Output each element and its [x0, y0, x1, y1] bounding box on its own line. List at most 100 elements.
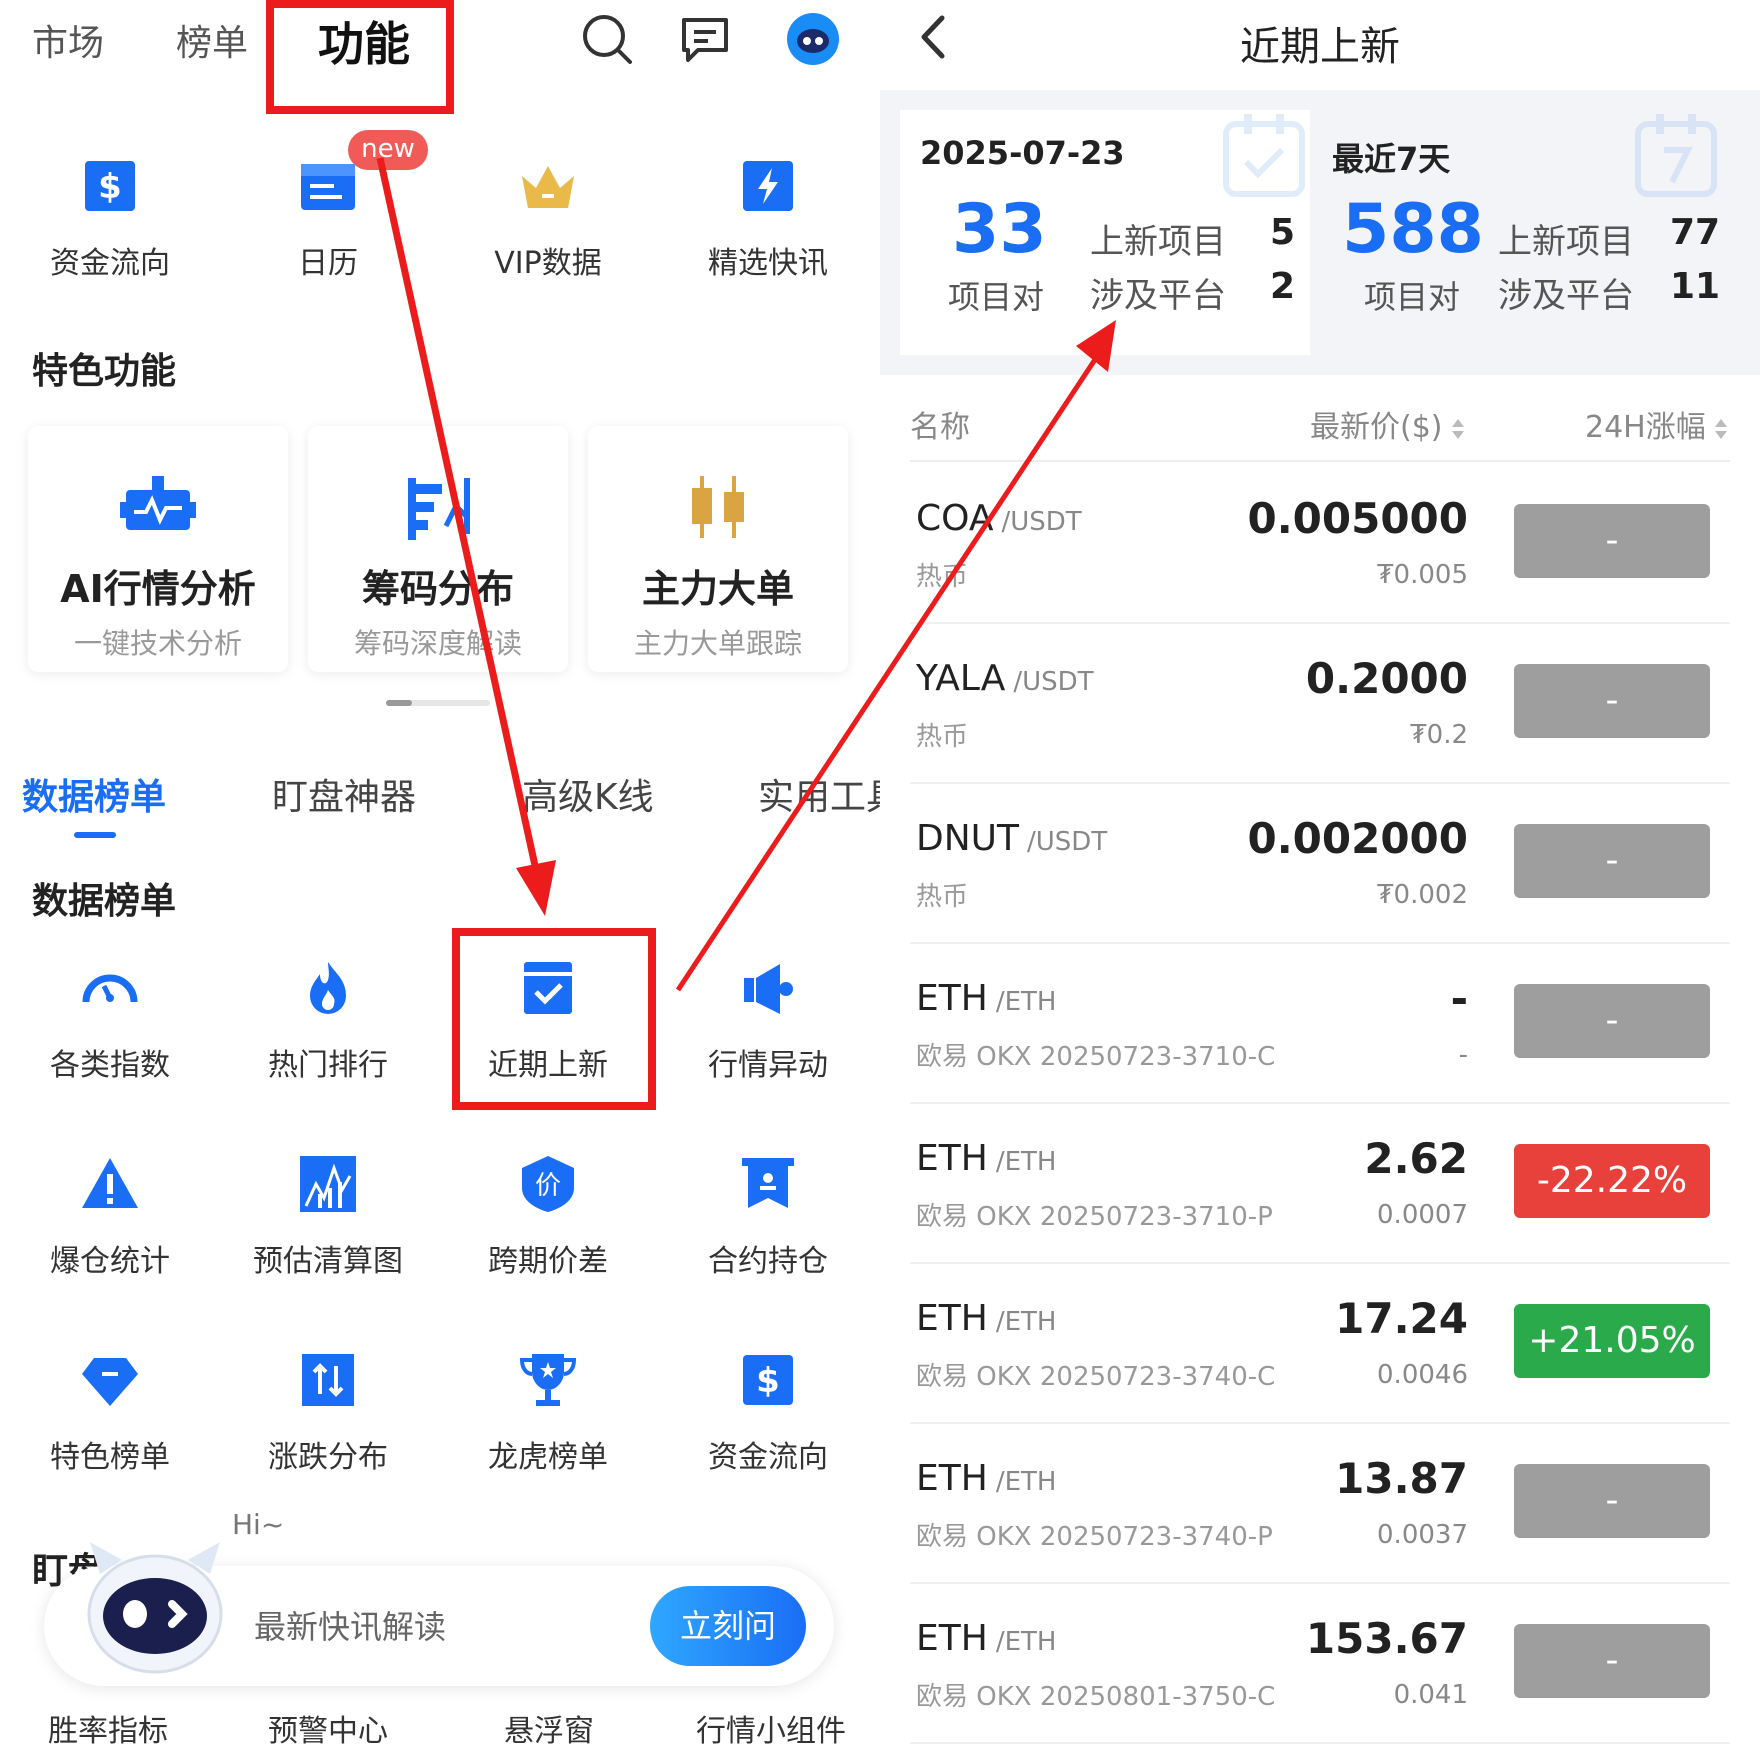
megaphone-icon — [744, 964, 793, 1014]
quick-item-fund-flow[interactable]: $ 资金流向 — [0, 156, 220, 282]
week-platform-label: 涉及平台 — [1498, 276, 1634, 316]
table-row[interactable]: ETH/ETH 欧易 OKX 20250723-3710-C - - - — [910, 944, 1730, 1104]
watch-item-alert-center[interactable]: 预警中心 — [268, 1706, 388, 1750]
subtab-data-rankings[interactable]: 数据榜单 — [22, 768, 166, 820]
data-item-contract-positions[interactable]: 合约持仓 — [658, 1154, 878, 1280]
crown-icon — [522, 166, 574, 208]
quote-currency: /ETH — [995, 987, 1057, 1017]
stats-today-card[interactable]: 2025-07-23 33 项目对 上新项目 5 涉及平台 2 — [900, 110, 1310, 355]
change-badge[interactable]: +21.05% — [1514, 1304, 1710, 1378]
change-badge[interactable]: - — [1514, 1464, 1710, 1538]
pair-subtitle: 欧易 OKX 20250801-3750-C — [916, 1682, 1276, 1712]
data-item-hot-ranking[interactable]: 热门排行 — [218, 958, 438, 1084]
card-carousel-indicator — [386, 700, 490, 706]
table-row[interactable]: ETH/ETH 欧易 OKX 20250723-3710-P 2.62 0.0007 -… — [910, 1104, 1730, 1264]
tab-rankings[interactable]: 榜单 — [176, 14, 248, 66]
column-24h-change[interactable]: 24H涨幅 — [1585, 402, 1728, 446]
change-badge[interactable]: - — [1514, 1624, 1710, 1698]
highlight-box-recent-listings — [452, 928, 656, 1110]
pair-symbol: ETH/ETH — [916, 1458, 1057, 1499]
quote-currency: /ETH — [995, 1467, 1057, 1497]
calendar-7-watermark-icon — [1635, 114, 1717, 197]
subtab-watch-tools[interactable]: 盯盘神器 — [272, 768, 416, 820]
recent-listings-page: 近期上新 2025-07-23 33 项目对 上新项目 5 涉及平台 2 最近7… — [880, 0, 1760, 1764]
change-badge[interactable]: -22.22% — [1514, 1144, 1710, 1218]
converted-price: 0.041 — [1393, 1680, 1468, 1710]
stats-date: 2025-07-23 — [920, 134, 1125, 172]
table-row[interactable]: COA/USDT 热币 0.005000 ₮0.005 - — [910, 464, 1730, 624]
data-item-top-traders[interactable]: 龙虎榜单 — [438, 1350, 658, 1476]
today-pairs-count: 33 — [952, 190, 1047, 269]
quick-item-vip-data[interactable]: VIP数据 — [438, 156, 658, 282]
calendar-watermark-icon — [1223, 114, 1305, 197]
data-item-featured-lists[interactable]: 特色榜单 — [0, 1350, 220, 1476]
data-item-market-movement[interactable]: 行情异动 — [658, 958, 878, 1084]
change-badge[interactable]: - — [1514, 664, 1710, 738]
subtab-utilities[interactable]: 实用工具 — [758, 768, 880, 820]
pair-subtitle: 欧易 OKX 20250723-3710-P — [916, 1202, 1273, 1232]
today-new-label: 上新项目 — [1090, 222, 1226, 262]
function-panel: 市场 榜单 功能 new $ 资金流向 日历 VIP数据 精选快讯 特色功能 A… — [0, 0, 880, 1764]
stats-week-card[interactable]: 最近7天 588 项目对 上新项目 77 涉及平台 11 — [1312, 110, 1722, 355]
column-price[interactable]: 最新价($) — [1310, 402, 1465, 446]
data-item-indices[interactable]: 各类指数 — [0, 958, 220, 1084]
updown-icon — [302, 1354, 354, 1406]
ask-now-button[interactable]: 立刻问 — [650, 1586, 806, 1666]
feature-card-major-orders[interactable]: 主力大单 主力大单跟踪 — [588, 426, 848, 672]
watch-item-market-widget[interactable]: 行情小组件 — [696, 1706, 846, 1750]
converted-price: 0.0007 — [1377, 1200, 1468, 1230]
table-row[interactable]: YALA/USDT 热币 0.2000 ₮0.2 - — [910, 624, 1730, 784]
converted-price: ₮0.002 — [1377, 880, 1468, 910]
week-new-value: 77 — [1670, 212, 1721, 253]
quote-currency: /USDT — [1001, 507, 1082, 537]
week-pairs-label: 项目对 — [1364, 278, 1461, 316]
pair-subtitle: 欧易 OKX 20250723-3740-C — [916, 1362, 1276, 1392]
feature-card-chip-distribution[interactable]: 筹码分布 筹码深度解读 — [308, 426, 568, 672]
latest-price: 2.62 — [1364, 1134, 1468, 1183]
robot-avatar-icon[interactable] — [786, 12, 840, 66]
data-item-liquidation-stats[interactable]: 爆仓统计 — [0, 1154, 220, 1280]
chip-distribution-icon — [408, 478, 470, 540]
quick-item-flash-news[interactable]: 精选快讯 — [658, 156, 878, 282]
pair-symbol: ETH/ETH — [916, 1298, 1057, 1339]
quote-currency: /ETH — [995, 1307, 1057, 1337]
data-item-liquidation-map[interactable]: 预估清算图 — [218, 1154, 438, 1280]
quote-currency: /ETH — [995, 1147, 1057, 1177]
data-item-calendar-spread[interactable]: 价 跨期价差 — [438, 1154, 658, 1280]
watch-item-floating-window[interactable]: 悬浮窗 — [504, 1706, 594, 1750]
table-row[interactable]: ETH/ETH 欧易 OKX 20250801-3750-C 153.67 0.041… — [910, 1584, 1730, 1744]
table-row[interactable]: DNUT/USDT 热币 0.002000 ₮0.002 - — [910, 784, 1730, 944]
gauge-icon — [82, 974, 138, 1003]
today-platform-value: 2 — [1270, 266, 1296, 307]
tab-market[interactable]: 市场 — [32, 14, 104, 66]
table-row[interactable]: ETH/ETH 欧易 OKX 20250723-3740-C 17.24 0.0046… — [910, 1264, 1730, 1424]
ai-robot-mascot-icon[interactable] — [80, 1534, 230, 1684]
pair-subtitle: 热币 — [916, 562, 969, 592]
today-new-value: 5 — [1270, 212, 1296, 253]
today-pairs-label: 项目对 — [948, 278, 1045, 316]
change-badge[interactable]: - — [1514, 504, 1710, 578]
dollar-icon: $ — [743, 1355, 793, 1405]
converted-price: ₮0.005 — [1377, 560, 1468, 590]
data-item-rise-fall-distribution[interactable]: 涨跌分布 — [218, 1350, 438, 1476]
table-row[interactable]: ETH/ETH 欧易 OKX 20250723-3740-P 13.87 0.0037… — [910, 1424, 1730, 1584]
data-item-fund-flow[interactable]: $ 资金流向 — [658, 1350, 878, 1476]
active-tab-underline — [74, 832, 116, 838]
change-badge[interactable]: - — [1514, 984, 1710, 1058]
week-platform-value: 11 — [1670, 266, 1721, 307]
candlestick-icon — [692, 476, 744, 538]
subtab-advanced-kline[interactable]: 高级K线 — [522, 768, 654, 820]
page-title: 近期上新 — [1240, 24, 1400, 70]
message-icon[interactable] — [678, 12, 732, 66]
latest-price: - — [1450, 974, 1468, 1023]
change-badge[interactable]: - — [1514, 824, 1710, 898]
highlight-box-functions — [266, 0, 454, 114]
warning-icon — [82, 1158, 138, 1208]
latest-price: 0.2000 — [1305, 654, 1468, 703]
watch-item-win-rate[interactable]: 胜率指标 — [48, 1706, 168, 1750]
pair-symbol: DNUT/USDT — [916, 818, 1108, 859]
quick-item-calendar[interactable]: 日历 — [218, 156, 438, 282]
feature-card-ai-analysis[interactable]: AI行情分析 一键技术分析 — [28, 426, 288, 672]
search-icon[interactable] — [580, 12, 634, 66]
week-pairs-count: 588 — [1342, 190, 1484, 269]
